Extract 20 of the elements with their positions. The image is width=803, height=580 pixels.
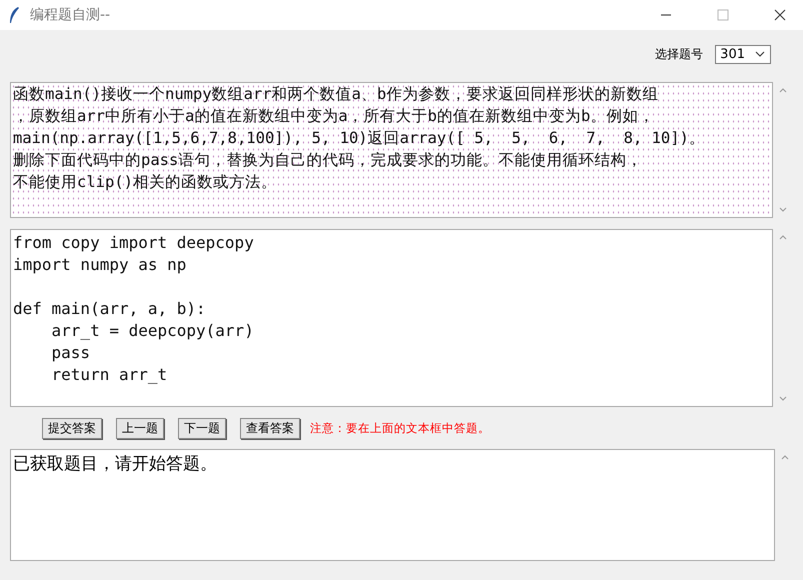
- close-icon[interactable]: [774, 9, 786, 21]
- scroll-up-icon[interactable]: [779, 88, 787, 93]
- question-text: 函数main()接收一个numpy数组arr和两个数值a、b作为参数，要求返回同样形状的新数组 ，原数组arr中所有小于a的值在新数组中变为a，所有大于b的值在新数组中变为b。例如， main(np.array([1,5,6,7,8,100]), 5, 10)返回array([ 5, 5, 6, 7, 8, 10])。 删除下面代码中的pass语句，替换为自己的代码，完成要求的功能。不能使用循环结构， 不能使用clip()相关的函数或方法。: [13, 84, 706, 193]
- scroll-down-icon[interactable]: [779, 207, 787, 212]
- action-button[interactable]: 查看答案: [240, 418, 300, 438]
- status-message: 已获取题目，请开始答题。: [13, 454, 217, 474]
- action-button[interactable]: 提交答案: [42, 418, 102, 438]
- action-button[interactable]: 下一题: [178, 418, 226, 438]
- scroll-down-icon[interactable]: [779, 396, 787, 401]
- window-title: 编程题自测--: [30, 6, 110, 24]
- chevron-down-icon: [755, 51, 765, 57]
- scroll-up-icon[interactable]: [779, 235, 787, 240]
- code-editor[interactable]: from copy import deepcopy import numpy as np def main(arr, a, b): arr_t = deepcopy(arr) pass return arr_t: [10, 229, 773, 407]
- maximize-icon[interactable]: [717, 9, 729, 21]
- question-number-dropdown[interactable]: 301: [715, 44, 771, 64]
- feather-icon: [8, 6, 20, 24]
- select-label: 选择题号: [655, 46, 704, 62]
- notice-text: 注意：要在上面的文本框中答题。: [310, 420, 490, 436]
- scroll-up-icon[interactable]: [781, 455, 789, 460]
- action-button[interactable]: 上一题: [116, 418, 164, 438]
